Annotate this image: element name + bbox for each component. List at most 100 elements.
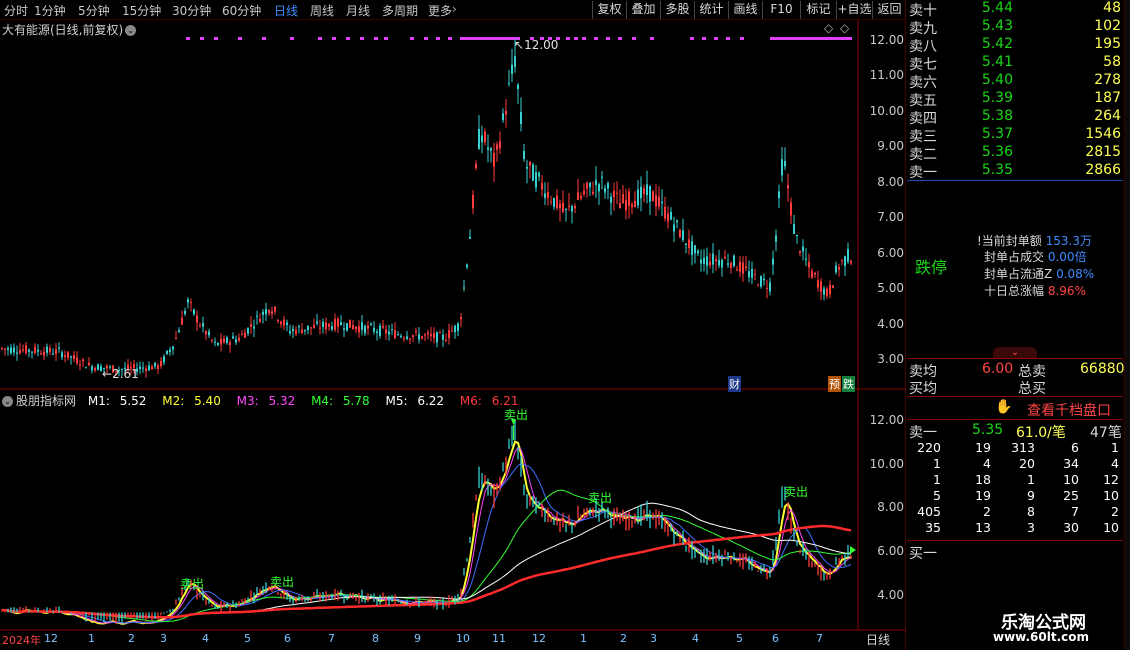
- candle-body: [46, 346, 48, 353]
- candle-body: [19, 350, 21, 354]
- signal-dot: [384, 37, 388, 40]
- ma-line: [1, 524, 852, 619]
- candle-body: [535, 172, 537, 188]
- chevron-down-icon[interactable]: ⌄: [125, 25, 137, 36]
- candle-body: [742, 262, 744, 274]
- ask-divider: [907, 180, 1123, 181]
- ask-row-9: 卖九 5.43 102: [909, 18, 1121, 37]
- candle-body: [607, 183, 609, 189]
- candle-body: [289, 331, 291, 334]
- total-sell-value: 66880: [1080, 361, 1125, 377]
- candle-body: [769, 282, 771, 292]
- candle-body: [595, 180, 597, 185]
- candle-body: [94, 367, 96, 371]
- candle-body: [382, 325, 384, 328]
- signal-dot: [238, 37, 242, 40]
- sell-avg-value: 6.00: [982, 361, 1014, 377]
- candle-body: [79, 364, 81, 366]
- signal-dot-run: [770, 37, 850, 40]
- candle-body: [67, 351, 69, 358]
- candle-body: [844, 256, 846, 266]
- date-label: 2: [620, 632, 627, 645]
- queue-row: 220 19 313 6 1: [917, 440, 1119, 455]
- candle-body: [205, 331, 207, 335]
- candle-body: [142, 367, 144, 369]
- y-tick: 4.00: [877, 317, 904, 331]
- kline-chart[interactable]: [0, 0, 906, 650]
- candle-body: [820, 281, 822, 293]
- candle-body: [223, 338, 225, 343]
- site-watermark: 乐淘公式网 www.60lt.com: [985, 605, 1125, 650]
- ind-y-tick: 12.00: [869, 413, 904, 427]
- ind-y-tick: 8.00: [877, 500, 904, 514]
- candle-body: [412, 335, 414, 338]
- candle-body: [250, 324, 252, 327]
- financial-badge[interactable]: 财: [728, 376, 741, 392]
- sell-signal-label: 卖出: [180, 577, 205, 591]
- indicator-title[interactable]: ⌄ 股朋指标网 M1: 5.52 M2: 5.40 M3: 5.32 M4: 5.…: [2, 392, 530, 409]
- candle-body: [583, 190, 585, 195]
- candle-body: [793, 224, 795, 234]
- candle-body: [832, 285, 834, 288]
- signal-dot: [574, 37, 578, 40]
- diamond-icon[interactable]: ◇: [824, 21, 833, 35]
- candle-body: [367, 325, 369, 329]
- candle-body: [748, 271, 750, 278]
- candle-body: [199, 325, 201, 327]
- candle-body: [724, 256, 726, 259]
- signal-dot: [606, 37, 610, 40]
- signal-dot: [200, 37, 204, 40]
- candle-body: [265, 308, 267, 315]
- candle-body: [283, 319, 285, 326]
- candle-body: [493, 152, 495, 167]
- queue-row: 405 2 8 7 2: [917, 504, 1119, 519]
- candle-body: [625, 199, 627, 211]
- candle-body: [235, 339, 237, 343]
- candle-body: [196, 315, 198, 323]
- ma-line: [1, 440, 852, 625]
- ind-y-tick: 6.00: [877, 544, 904, 558]
- candle-body: [601, 176, 603, 178]
- chevron-down-icon[interactable]: ⌄: [2, 396, 13, 407]
- thousand-depth-button[interactable]: ✋ 查看千档盘口: [907, 396, 1123, 420]
- signal-dot: [632, 37, 636, 40]
- candle-body: [568, 205, 570, 207]
- candle-body: [415, 330, 417, 332]
- candle-body: [256, 315, 258, 317]
- window-edge: [1124, 0, 1130, 650]
- date-label: 8: [372, 632, 379, 645]
- diamond-icon-2[interactable]: ◇: [840, 21, 849, 35]
- candle-body: [400, 335, 402, 337]
- candle-body: [190, 302, 192, 304]
- candle-body: [424, 334, 426, 336]
- buy1-label: 买一: [909, 546, 937, 562]
- ma-m3: M3: 5.32: [236, 394, 296, 408]
- candle-body: [841, 260, 843, 262]
- signal-dot: [346, 37, 350, 40]
- summary-divider: [907, 358, 1123, 359]
- signal-dot: [594, 37, 598, 40]
- signal-dot: [290, 37, 294, 40]
- limit-down-badge[interactable]: 跌: [842, 376, 855, 392]
- ask-row-1: 卖一 5.35 2866: [909, 162, 1121, 181]
- candle-body: [667, 213, 669, 222]
- candle-body: [763, 278, 765, 281]
- candle-body: [40, 353, 42, 355]
- candle-body: [73, 355, 75, 359]
- candle-body: [787, 184, 789, 189]
- candle-body: [397, 334, 399, 336]
- candle-body: [850, 260, 852, 264]
- sell1-per-trade: 61.0/笔: [1016, 425, 1066, 441]
- chart-title[interactable]: 大有能源(日线,前复权) ⌄: [2, 21, 137, 38]
- candle-body: [835, 265, 837, 273]
- forecast-badge[interactable]: 预: [828, 376, 841, 392]
- date-label: 2: [128, 632, 135, 645]
- candle-body: [463, 287, 465, 289]
- candle-body: [640, 186, 642, 199]
- candle-body: [280, 321, 282, 325]
- candle-body: [655, 194, 657, 207]
- candle-body: [757, 285, 759, 287]
- ma-m1: M1: 5.52: [87, 394, 147, 408]
- candle-body: [496, 144, 498, 150]
- seal-float-row: 封单占流通Z 0.08%: [984, 267, 1095, 281]
